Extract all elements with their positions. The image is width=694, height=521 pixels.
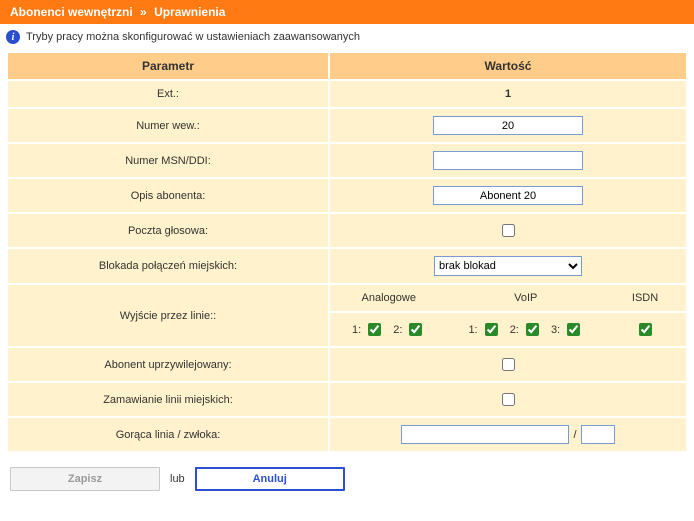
checkbox-voip-3[interactable]	[567, 323, 580, 336]
label-ext: Ext.:	[8, 81, 328, 107]
or-text: lub	[170, 473, 185, 485]
permissions-table: Parametr Wartość Ext.: 1 Numer wew.: Num…	[6, 51, 688, 453]
input-hotline-delay[interactable]	[581, 425, 615, 444]
input-msn[interactable]	[433, 151, 583, 170]
checkbox-analog-1[interactable]	[368, 323, 381, 336]
checkbox-analog-2[interactable]	[409, 323, 422, 336]
th-value: Wartość	[330, 53, 686, 79]
checkbox-zamaw[interactable]	[502, 393, 515, 406]
crumb-current: Uprawnienia	[154, 5, 225, 19]
info-text: Tryby pracy można skonfigurować w ustawi…	[26, 31, 360, 43]
info-bar: i Tryby pracy można skonfigurować w usta…	[0, 24, 694, 51]
label-uprzy: Abonent uprzywilejowany:	[8, 348, 328, 381]
voip-1: 1:	[468, 320, 500, 339]
col-isdn: ISDN	[604, 285, 686, 313]
checkbox-isdn[interactable]	[639, 323, 652, 336]
label-zamaw: Zamawianie linii miejskich:	[8, 383, 328, 416]
button-row: Zapisz lub Anuluj	[0, 461, 694, 501]
checkbox-voip-1[interactable]	[485, 323, 498, 336]
input-numwew[interactable]	[433, 116, 583, 135]
breadcrumb: Abonenci wewnętrzni » Uprawnienia	[0, 0, 694, 24]
label-blokada: Blokada połączeń miejskich:	[8, 249, 328, 283]
crumb-sep: »	[140, 5, 147, 19]
checkbox-uprzy[interactable]	[502, 358, 515, 371]
label-opis: Opis abonenta:	[8, 179, 328, 212]
hotline-sep: /	[573, 429, 576, 441]
label-msn: Numer MSN/DDI:	[8, 144, 328, 177]
info-icon: i	[6, 30, 20, 44]
crumb-root: Abonenci wewnętrzni	[10, 5, 133, 19]
input-opis[interactable]	[433, 186, 583, 205]
label-poczta: Poczta głosowa:	[8, 214, 328, 247]
col-voip: VoIP	[447, 285, 604, 313]
label-numwew: Numer wew.:	[8, 109, 328, 142]
analog-1: 1:	[352, 320, 384, 339]
analog-2: 2:	[393, 320, 425, 339]
voip-2: 2:	[510, 320, 542, 339]
voip-3: 3:	[551, 320, 583, 339]
input-hotline-num[interactable]	[401, 425, 569, 444]
col-analog: Analogowe	[330, 285, 447, 313]
select-blokada[interactable]: brak blokad	[434, 256, 582, 276]
save-button[interactable]: Zapisz	[10, 467, 160, 491]
label-goraca: Gorąca linia / zwłoka:	[8, 418, 328, 451]
value-ext: 1	[330, 81, 686, 107]
lines-subtable: Analogowe VoIP ISDN 1: 2:	[330, 285, 686, 346]
label-wyjscie: Wyjście przez linie::	[8, 285, 328, 346]
checkbox-poczta[interactable]	[502, 224, 515, 237]
checkbox-voip-2[interactable]	[526, 323, 539, 336]
th-param: Parametr	[8, 53, 328, 79]
cancel-button[interactable]: Anuluj	[195, 467, 345, 491]
hotline-group: /	[401, 425, 614, 444]
